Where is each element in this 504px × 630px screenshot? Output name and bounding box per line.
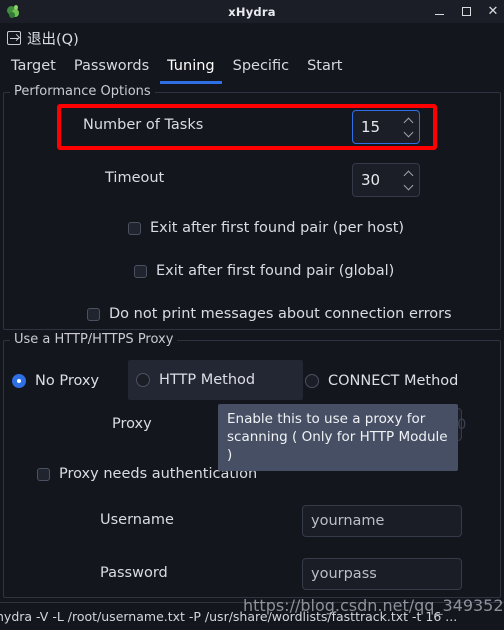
proxy-label: Proxy — [112, 416, 152, 432]
performance-options-group: Performance Options — [3, 84, 501, 330]
tab-bar: Target Passwords Tuning Specific Start — [0, 56, 504, 84]
tab-specific[interactable]: Specific — [226, 56, 296, 84]
title-bar: xHydra ✕ — [0, 0, 504, 23]
radio-icon[interactable] — [305, 374, 319, 388]
checkbox-icon[interactable] — [87, 307, 100, 321]
radio-icon[interactable] — [12, 374, 26, 388]
number-of-tasks-label-wrap: Number of Tasks — [83, 117, 203, 133]
timeout-spinbox[interactable]: 30 — [352, 163, 420, 197]
menu-bar: 退出(Q) — [0, 23, 504, 53]
chevron-up-icon[interactable] — [405, 172, 413, 177]
menu-item-quit[interactable]: 退出(Q) — [27, 28, 79, 49]
number-of-tasks-steppers[interactable] — [399, 111, 419, 143]
timeout-label-wrap: Timeout — [105, 170, 164, 186]
status-bar: hydra -V -L /root/username.txt -P /usr/s… — [0, 602, 504, 630]
window-controls: ✕ — [432, 0, 500, 23]
status-bar-command: hydra -V -L /root/username.txt -P /usr/s… — [0, 609, 458, 624]
username-label: Username — [100, 512, 174, 528]
chevron-down-icon[interactable] — [405, 184, 413, 189]
radio-no-proxy-label: No Proxy — [35, 373, 100, 389]
radio-connect-method[interactable]: CONNECT Method — [297, 367, 466, 395]
checkbox-no-connection-errors-label: Do not print messages about connection e… — [109, 306, 452, 322]
maximize-button[interactable] — [459, 5, 473, 19]
checkbox-exit-global-label: Exit after first found pair (global) — [156, 263, 395, 279]
password-label-wrap: Password — [100, 565, 168, 581]
checkbox-exit-per-host-label: Exit after first found pair (per host) — [150, 220, 405, 236]
checkbox-exit-global[interactable]: Exit after first found pair (global) — [134, 263, 394, 279]
tab-passwords[interactable]: Passwords — [67, 56, 156, 84]
checkbox-exit-per-host[interactable]: Exit after first found pair (per host) — [128, 220, 404, 236]
username-input[interactable]: yourname — [302, 505, 462, 537]
radio-icon[interactable] — [136, 373, 150, 387]
tab-target[interactable]: Target — [4, 56, 63, 84]
checkbox-icon[interactable] — [37, 467, 50, 481]
proxy-tooltip: Enable this to use a proxy for scanning … — [218, 404, 458, 471]
password-label: Password — [100, 565, 168, 581]
proxy-group-title: Use a HTTP/HTTPS Proxy — [10, 332, 178, 347]
timeout-steppers[interactable] — [399, 164, 419, 196]
checkbox-icon[interactable] — [134, 264, 147, 278]
radio-http-method-label: HTTP Method — [159, 372, 256, 388]
username-label-wrap: Username — [100, 512, 174, 528]
performance-options-title: Performance Options — [10, 84, 155, 99]
number-of-tasks-value[interactable]: 15 — [353, 118, 399, 136]
exit-icon — [7, 31, 21, 45]
password-input[interactable]: yourpass — [302, 558, 462, 590]
radio-connect-method-label: CONNECT Method — [328, 373, 459, 389]
timeout-label: Timeout — [105, 170, 165, 186]
window-title: xHydra — [228, 4, 276, 19]
proxy-label-wrap: Proxy — [112, 416, 152, 432]
chevron-down-icon[interactable] — [405, 131, 413, 136]
checkbox-no-connection-errors[interactable]: Do not print messages about connection e… — [87, 306, 452, 322]
radio-no-proxy[interactable]: No Proxy — [4, 367, 107, 395]
chevron-up-icon[interactable] — [405, 119, 413, 124]
minimize-button[interactable] — [432, 5, 446, 19]
timeout-value[interactable]: 30 — [353, 171, 399, 189]
username-input-value: yourname — [311, 513, 385, 529]
close-button[interactable]: ✕ — [486, 5, 500, 19]
checkbox-icon[interactable] — [128, 221, 141, 235]
radio-http-method[interactable]: HTTP Method — [128, 360, 303, 400]
number-of-tasks-spinbox[interactable]: 15 — [352, 110, 420, 144]
tab-tuning[interactable]: Tuning — [160, 56, 222, 84]
number-of-tasks-label: Number of Tasks — [83, 117, 204, 133]
password-input-value: yourpass — [311, 566, 377, 582]
tab-start[interactable]: Start — [300, 56, 349, 84]
